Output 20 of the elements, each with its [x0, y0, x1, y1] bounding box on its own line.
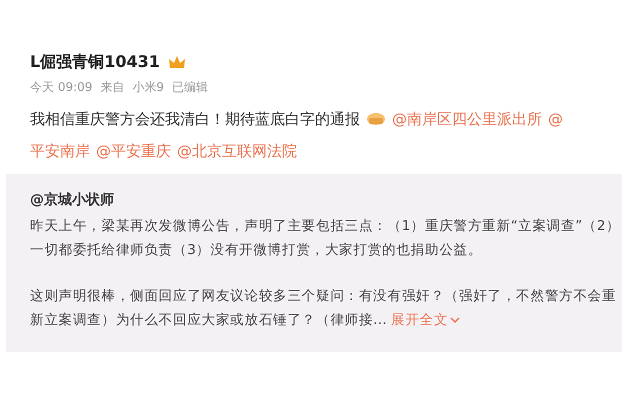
post-meta: 今天 09:09 — [30, 79, 92, 96]
post-meta: 来自 — [100, 79, 124, 96]
post-meta: 小米9 — [132, 79, 164, 96]
mention-link[interactable]: @平安重庆 — [96, 138, 171, 164]
repost-text: 这则声明很棒，侧面回应了网友议论较多三个疑问：有没有强奸？（强奸了，不然警方不会重 — [30, 287, 616, 306]
repost-text: 昨天上午，梁某再次发微博公告，声明了主要包括三点：（1）重庆警方重新“立案调查”（2） — [30, 217, 620, 236]
chevron-down-icon — [450, 316, 460, 324]
username[interactable]: L倔强青铜10431 — [30, 52, 160, 73]
repost-text: 一切都委托给律师负责（3）没有开微博打赏，大家打赏的也捐助公益。 — [30, 241, 482, 260]
repost-text: 新立案调查）为什么不回应大家或放石锤了？（律师接... — [30, 311, 387, 330]
crown-icon — [168, 54, 186, 70]
post-meta: 已编辑 — [172, 79, 208, 96]
expand-link[interactable]: 展开全文 — [390, 308, 460, 332]
mention-link[interactable]: @北京互联网法院 — [177, 138, 297, 164]
mention-link[interactable]: 平安南岸 — [30, 138, 90, 164]
repost-author[interactable]: @京城小状师 — [30, 188, 622, 212]
post-text: 我相信重庆警方会还我清白！期待蓝底白字的通报 — [30, 109, 360, 130]
emoji-icon — [366, 111, 386, 127]
mention-link[interactable]: @南岸区四公里派出所 — [392, 106, 542, 132]
mention-link[interactable]: @ — [548, 106, 563, 132]
